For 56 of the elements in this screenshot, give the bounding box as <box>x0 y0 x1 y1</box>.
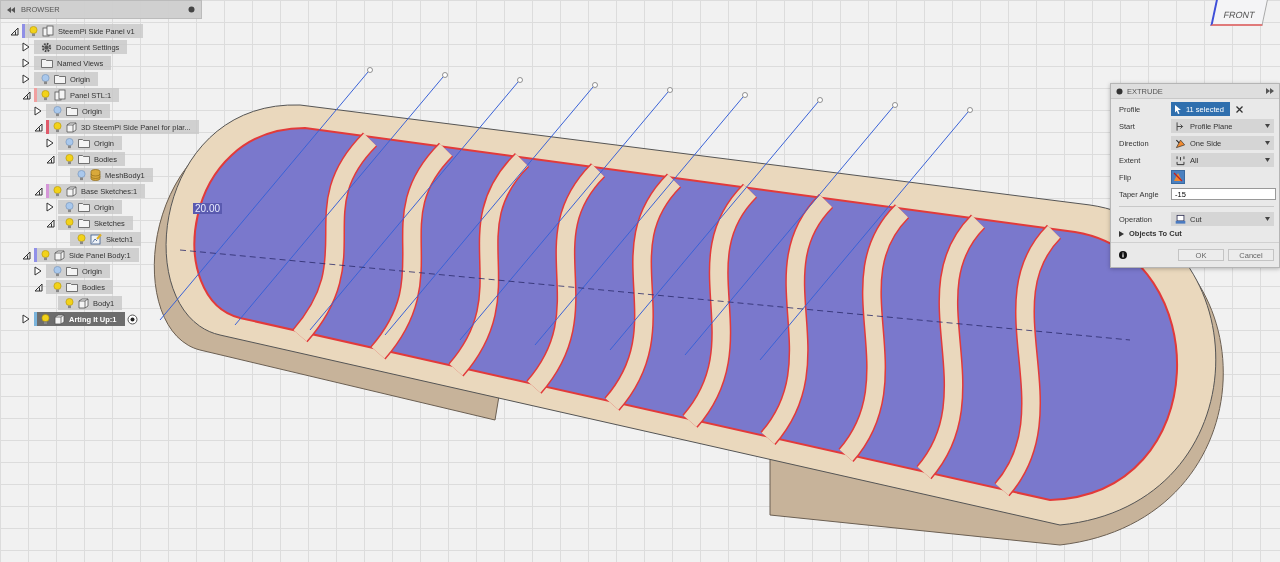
expanded-arrow-icon[interactable] <box>22 250 31 260</box>
active-radio-icon[interactable] <box>126 313 138 325</box>
lightbulb-icon[interactable] <box>41 313 50 325</box>
folder-icon <box>78 218 90 228</box>
cursor-icon <box>1175 104 1182 114</box>
collapsed-arrow-icon[interactable] <box>22 314 30 324</box>
gear-icon <box>41 41 52 53</box>
folder-icon <box>66 282 78 292</box>
mesh-body-icon <box>90 169 101 181</box>
collapsed-arrow-icon[interactable] <box>34 106 42 116</box>
pin-icon[interactable] <box>188 6 195 13</box>
option-icon <box>1175 120 1186 132</box>
collapse-panel-icon[interactable] <box>7 6 15 13</box>
expand-dialog-icon[interactable] <box>1266 88 1274 94</box>
expanded-arrow-icon[interactable] <box>34 122 43 132</box>
dropdown-caret-icon <box>1265 217 1270 221</box>
folder-icon <box>78 154 90 164</box>
option-icon <box>1175 154 1186 166</box>
collapsed-arrow-icon[interactable] <box>46 138 54 148</box>
dropdown-caret-icon <box>1265 124 1270 128</box>
expanded-arrow-icon[interactable] <box>10 26 19 36</box>
expanded-arrow-icon[interactable] <box>34 282 43 292</box>
cube-icon <box>54 313 65 325</box>
cube-icon <box>66 185 77 197</box>
component-icon <box>42 25 54 37</box>
folder-icon <box>66 106 78 116</box>
cube-icon <box>78 297 89 309</box>
dimension-label: 20.00 <box>193 203 223 214</box>
cube-icon <box>54 249 65 261</box>
collapsed-arrow-icon[interactable] <box>34 266 42 276</box>
folder-icon <box>41 58 53 68</box>
component-icon <box>54 89 66 101</box>
cut-icon <box>1175 213 1186 225</box>
collapsed-arrow-icon[interactable] <box>46 202 54 212</box>
collapsed-arrow-icon[interactable] <box>22 58 30 68</box>
folder-icon <box>66 266 78 276</box>
view-cube[interactable]: FRONT <box>1210 0 1270 26</box>
info-icon[interactable] <box>1119 251 1127 259</box>
clear-selection-icon[interactable] <box>1235 105 1243 113</box>
dropdown-caret-icon <box>1265 158 1270 162</box>
collapsed-arrow-icon[interactable] <box>22 42 30 52</box>
collapsed-arrow-icon[interactable] <box>22 74 30 84</box>
expanded-arrow-icon[interactable] <box>34 186 43 196</box>
dialog-dot-icon <box>1116 87 1123 95</box>
flip-toggle[interactable] <box>1171 170 1185 184</box>
expanded-arrow-icon[interactable] <box>46 218 55 228</box>
folder-icon <box>54 74 66 84</box>
option-icon <box>1175 137 1186 149</box>
dropdown-caret-icon <box>1265 141 1270 145</box>
expanded-arrow-icon[interactable] <box>22 90 31 100</box>
flip-icon <box>1173 172 1183 182</box>
folder-icon <box>78 138 90 148</box>
sketch-icon <box>90 233 102 245</box>
cube-icon <box>66 121 77 133</box>
folder-icon <box>78 202 90 212</box>
expanded-arrow-icon[interactable] <box>46 154 55 164</box>
